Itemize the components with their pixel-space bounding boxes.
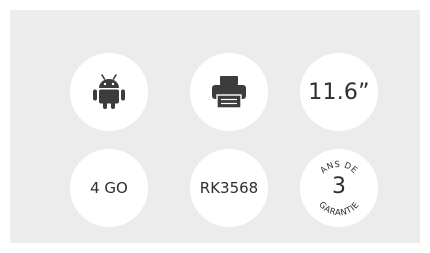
memory-label: 4 GO (90, 179, 128, 197)
warranty-years: 3 (332, 174, 346, 199)
screen-size-badge: 11.6” (300, 53, 378, 131)
android-os-badge (70, 53, 148, 131)
warranty-bottom-text: GARANTIE (316, 200, 361, 218)
android-icon (93, 74, 125, 109)
chipset-label: RK3568 (199, 179, 259, 197)
printer-badge (190, 53, 268, 131)
printer-icon (212, 76, 246, 109)
warranty-badge: ANS DE GARANTIE 3 (300, 149, 378, 227)
memory-badge: 4 GO (70, 149, 148, 227)
chipset-badge: RK3568 (190, 149, 268, 227)
features-panel: 11.6” 4 GO RK3568 ANS DE GARANTIE 3 (10, 10, 420, 243)
screen-size-label: 11.6” (308, 79, 370, 105)
